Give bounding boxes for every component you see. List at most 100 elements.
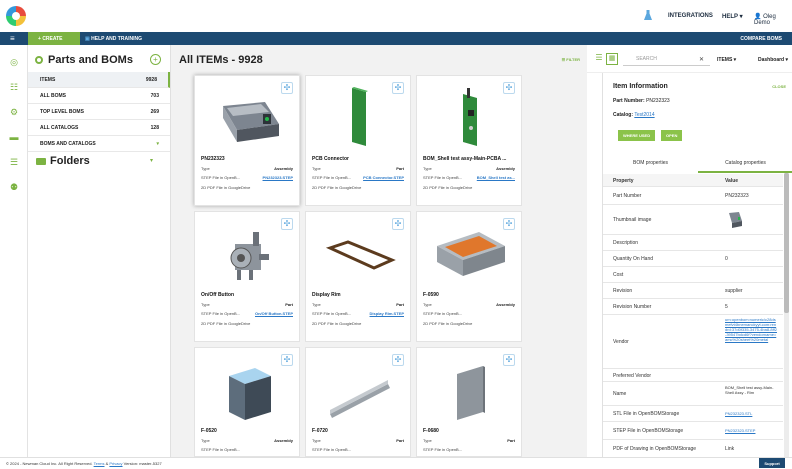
flask-icon[interactable] (644, 10, 652, 21)
integrations-link[interactable]: INTEGRATIONS (668, 13, 713, 19)
properties-header: Property Value (603, 174, 783, 187)
item-step-label: STEP File in OpenB... (423, 175, 463, 180)
item-thumbnail (230, 232, 269, 280)
property-name: PDF of Drawing in OpenBOMStorage (613, 446, 697, 452)
item-step-link[interactable]: PN232323.STEP (263, 175, 293, 180)
app-logo[interactable] (6, 6, 26, 26)
item-name: F-0590 (423, 292, 439, 298)
property-name: Part Number (613, 193, 642, 199)
privacy-link[interactable]: Privacy (109, 461, 122, 466)
top-bar: INTEGRATIONS HELP ▾ 👤 Oleg Demo (0, 0, 792, 32)
item-card[interactable]: ✣ F-0680 Type Part STEP File in OpenB... (416, 347, 522, 457)
item-step-link[interactable]: PCB Connector.STEP (363, 175, 404, 180)
stl-file-link[interactable]: PN232323.STL (725, 411, 777, 416)
folders-heading[interactable]: Folders (50, 155, 90, 167)
item-name: PN232323 (201, 156, 225, 162)
vendor-link[interactable]: urn:openbom:numeric/c28dsmefvt4bnemancky… (725, 317, 777, 342)
sidebar-item-all-boms[interactable]: ALL BOMS 703 (28, 88, 170, 104)
support-button[interactable]: Support (759, 458, 785, 468)
property-name: Thumbnail image (613, 217, 652, 223)
filter-icon: ☰ (561, 57, 566, 62)
items-dropdown[interactable]: ITEMS ▾ (717, 57, 736, 63)
item-type-label: Type (423, 166, 432, 171)
item-name: F-0720 (312, 428, 328, 434)
folder-icon[interactable]: ▬ (9, 132, 19, 142)
list-settings-icon[interactable]: ☷ (9, 82, 19, 92)
item-pdf: 2D PDF File in GoogleDrive (312, 185, 362, 190)
right-toolbar: ☰ ▦ SEARCH ✕ ITEMS ▾ Dashboard ▾ (587, 45, 792, 73)
property-value[interactable]: Link (725, 446, 777, 452)
item-thumbnail (352, 87, 368, 146)
sidebar-item-label: ITEMS (40, 77, 56, 83)
item-step-label: STEP File in OpenB... (312, 175, 352, 180)
item-pdf: 2D PDF File in GoogleDrive (201, 321, 251, 326)
grid-view-icon[interactable]: ▦ (606, 53, 618, 65)
item-card[interactable]: ✣ Display Rim Type Part STEP File in Ope… (305, 211, 411, 342)
create-button[interactable]: + CREATE (28, 32, 80, 45)
item-name: PCB Connector (312, 156, 349, 162)
sidebar-item-label: TOP LEVEL BOMS (40, 109, 84, 115)
table-row: Revision supplier (603, 283, 783, 299)
item-type: Assembly (496, 166, 515, 171)
item-type-label: Type (312, 438, 321, 443)
copyright-text: © 2024 - Newman Cloud Inc. All Right Res… (6, 461, 93, 466)
folder-icon (36, 158, 46, 165)
help-menu[interactable]: HELP ▾ (722, 13, 743, 20)
sidebar-item-items[interactable]: ITEMS 9928 (28, 72, 170, 88)
part-number-label: Part Number: (613, 98, 645, 104)
sidebar-item-boms-and-catalogs[interactable]: BOMS AND CATALOGS ▾ (28, 136, 170, 152)
user-menu[interactable]: 👤 Oleg Demo (754, 13, 792, 26)
monitor-icon: ▣ (85, 36, 90, 42)
item-step-link[interactable]: Display Rim.STEP (370, 311, 404, 316)
sidebar-item-count: 9928 (145, 77, 157, 83)
close-icon[interactable]: ✕ (699, 56, 704, 63)
dashboard-dropdown[interactable]: Dashboard ▾ (758, 57, 788, 63)
catalog-link[interactable]: Test2014 (634, 112, 654, 118)
item-type: Part (507, 438, 515, 443)
item-card[interactable]: ✣ F-0720 Type Part STEP File in OpenB... (305, 347, 411, 457)
close-button[interactable]: CLOSE (772, 84, 786, 89)
chevron-down-icon[interactable]: ▾ (150, 157, 153, 164)
sidebar-item-all-catalogs[interactable]: ALL CATALOGS 128 (28, 120, 170, 136)
item-type: Part (285, 302, 293, 307)
sidebar-item-label: BOMS AND CATALOGS (40, 141, 96, 147)
item-card[interactable]: ✣ PCB Connector Type Part STEP File in O… (305, 75, 411, 206)
list-icon[interactable]: ☰ (9, 157, 19, 167)
menu-icon[interactable]: ≡ (10, 35, 15, 43)
item-step-link[interactable]: On/Off Button.STEP (255, 311, 293, 316)
help-training-button[interactable]: ▣ HELP AND TRAINING (85, 32, 142, 45)
item-card[interactable]: ✣ On/Off Button Type Part STEP File in O… (194, 211, 300, 342)
filter-button[interactable]: ☰ FILTER (562, 57, 580, 62)
tab-bom-properties[interactable]: BOM properties (603, 153, 698, 173)
item-card[interactable]: ✣ PN232323 Type Assembly STEP File in Op… (194, 75, 300, 206)
item-card[interactable]: ✣ BOM_Shell test assy-Main-PCBA ... Type… (416, 75, 522, 206)
add-icon[interactable]: + (150, 54, 161, 65)
tab-catalog-properties[interactable]: Catalog properties (698, 153, 792, 173)
item-card[interactable]: ✣ F-0590 Type Assembly STEP File in Open… (416, 211, 522, 342)
footer: © 2024 - Newman Cloud Inc. All Right Res… (0, 457, 792, 469)
list-view-icon[interactable]: ☰ (593, 53, 605, 65)
settings-icon[interactable]: ⚙ (9, 107, 19, 117)
item-card[interactable]: ✣ F-0520 Type Assembly STEP File in Open… (194, 347, 300, 457)
filter-label: FILTER (566, 57, 580, 62)
terms-link[interactable]: Terms (94, 461, 105, 466)
item-type-label: Type (201, 438, 210, 443)
sidebar-item-top-level-boms[interactable]: TOP LEVEL BOMS 269 (28, 104, 170, 120)
where-used-button[interactable]: WHERE USED (618, 130, 656, 141)
item-type: Part (396, 302, 404, 307)
item-type: Part (396, 166, 404, 171)
item-pdf: 2D PDF File in GoogleDrive (201, 185, 251, 190)
users-icon[interactable]: ⚉ (9, 182, 19, 192)
parts-icon[interactable]: ◎ (9, 57, 19, 67)
step-file-link[interactable]: PN232323.STEP (725, 428, 777, 433)
table-row: Description (603, 235, 783, 251)
compare-boms-button[interactable]: COMPARE BOMS (740, 36, 782, 42)
scrollbar-thumb[interactable] (784, 173, 789, 313)
property-name: Cost (613, 272, 624, 278)
item-step-link[interactable]: BOM_Shell test as... (477, 175, 515, 180)
search-input[interactable]: SEARCH (623, 52, 710, 66)
table-row: Part Number PN232323 (603, 187, 783, 205)
open-button[interactable]: OPEN (661, 130, 683, 141)
scrollbar[interactable] (784, 173, 789, 457)
sidebar-item-count: 269 (150, 109, 159, 115)
